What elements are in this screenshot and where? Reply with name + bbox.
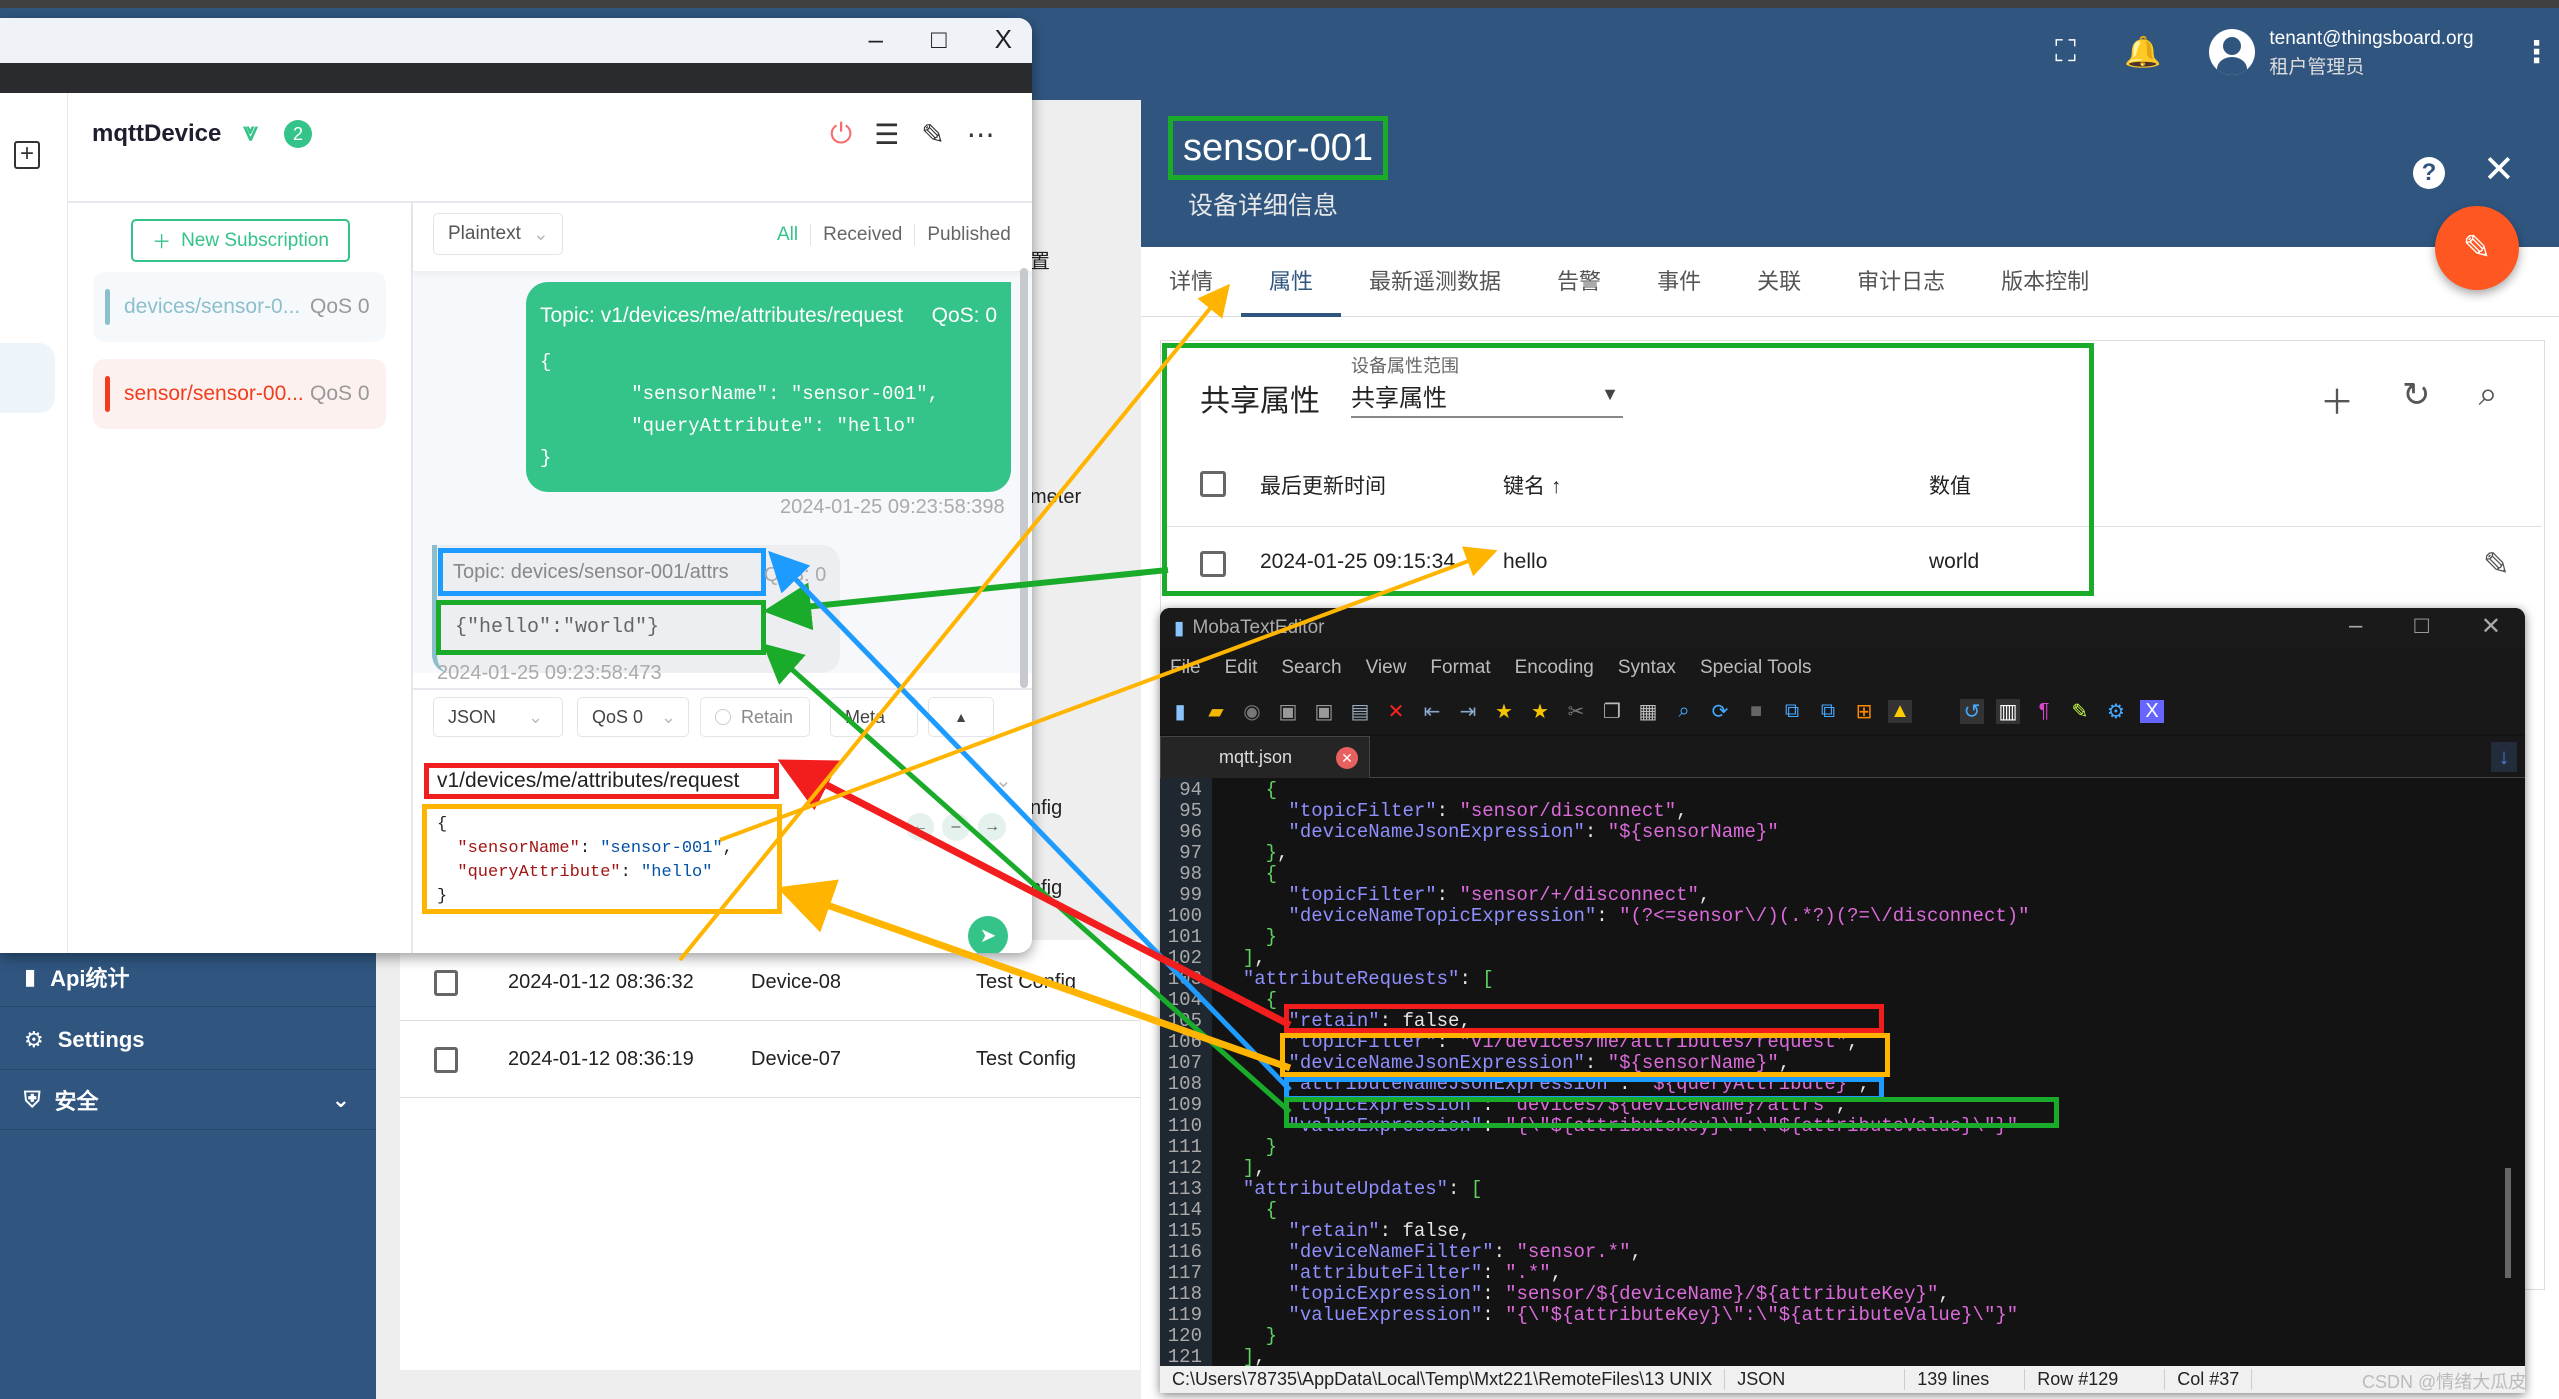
composite-screenshot: ⛶ 🔔 tenant@thingsboard.org 租户管理员 ⋮ ▮ Api… bbox=[0, 0, 2559, 1399]
arrow-orange-device-name bbox=[678, 283, 1231, 962]
annotation-arrows bbox=[678, 283, 1498, 1114]
arrow-red-topic bbox=[777, 759, 1292, 1029]
arrow-orange-payload bbox=[776, 879, 1292, 1072]
watermark: CSDN @情绪大瓜皮 bbox=[2362, 1372, 2527, 1392]
arrow-blue-topic bbox=[768, 550, 1292, 1092]
arrow-orange-attribute-key bbox=[719, 546, 1498, 842]
